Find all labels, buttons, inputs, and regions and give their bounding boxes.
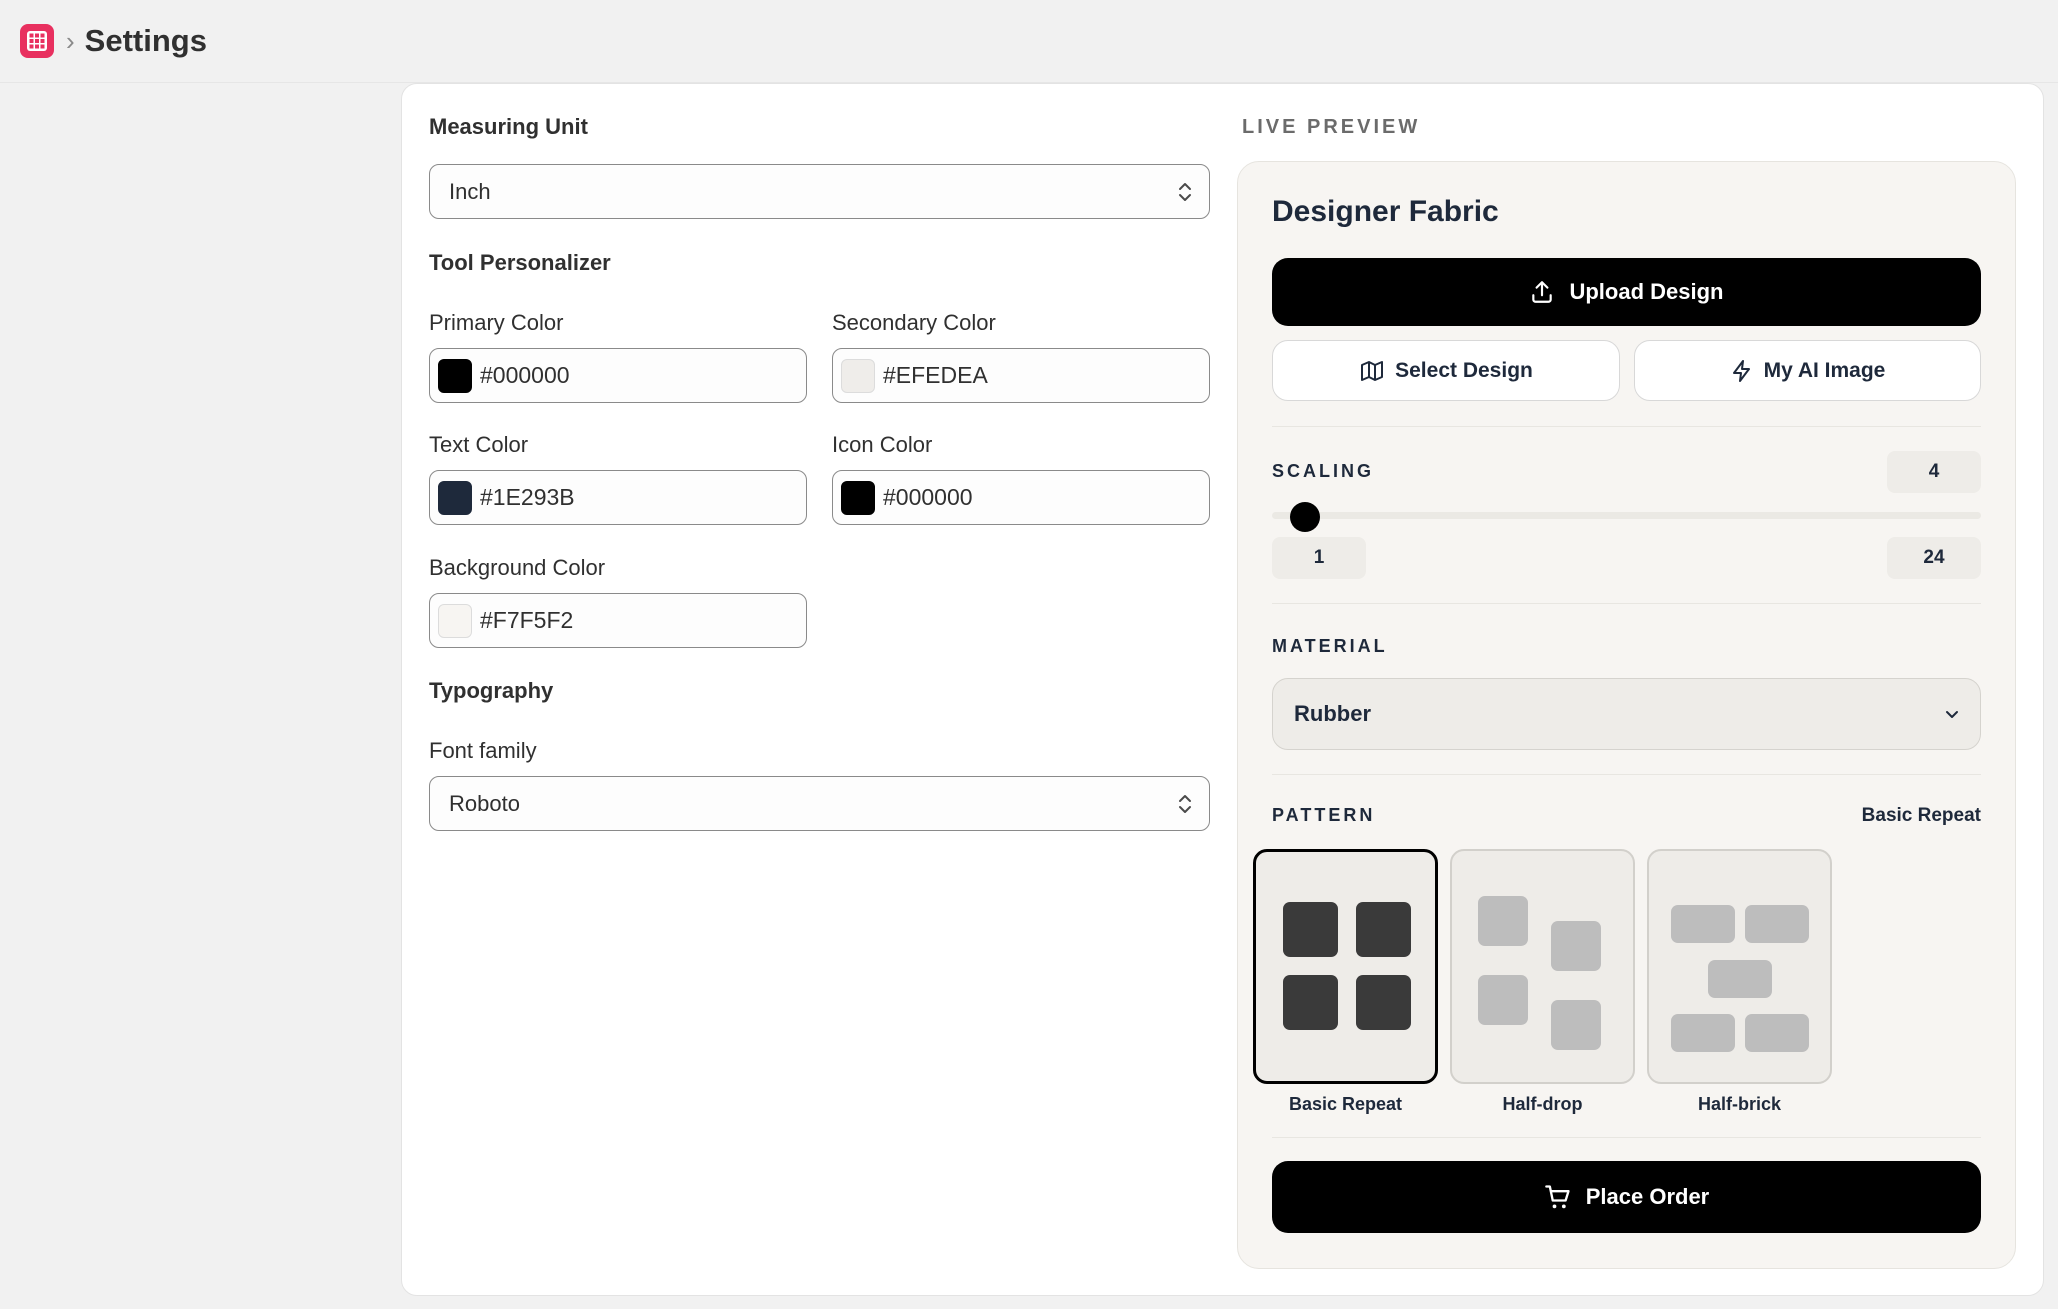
pattern-half-brick-tile[interactable] [1647,849,1832,1084]
background-color-value: #F7F5F2 [480,607,574,633]
divider [1272,426,1981,427]
pattern-brick [1708,960,1772,998]
primary-color-value: #000000 [480,362,570,388]
my-ai-image-button[interactable]: My AI Image [1634,340,1981,401]
select-updown-icon [1179,183,1191,201]
live-preview-label: LIVE PREVIEW [1242,116,1421,138]
preview-title: Designer Fabric [1272,195,1499,228]
my-ai-image-label: My AI Image [1763,358,1886,382]
upload-design-button[interactable]: Upload Design [1272,258,1981,326]
pattern-half-brick-label: Half-brick [1697,1094,1782,1114]
pattern-brick [1745,1014,1809,1052]
background-color-swatch[interactable] [438,603,472,638]
upload-design-label: Upload Design [1569,279,1724,304]
chevron-down-icon [1946,711,1958,718]
text-color-field[interactable]: #1E293B [429,470,807,525]
background-color-label: Background Color [429,555,606,580]
icon-color-value: #000000 [883,484,973,510]
text-color-swatch[interactable] [438,480,472,515]
top-bar: › Settings [0,0,2058,83]
pattern-square [1356,902,1411,957]
measuring-unit-value: Inch [449,178,491,204]
measuring-unit-select[interactable]: Inch [429,164,1210,219]
pattern-brick [1671,1014,1735,1052]
text-color-label: Text Color [429,432,529,457]
pattern-square [1551,1000,1601,1050]
icon-color-field[interactable]: #000000 [832,470,1210,525]
divider [1272,774,1981,775]
upload-icon [1532,281,1553,303]
primary-color-label: Primary Color [429,310,564,335]
pattern-square [1283,975,1338,1030]
breadcrumb-chevron-icon: › [66,26,75,56]
pattern-square [1356,975,1411,1030]
scaling-label: SCALING [1272,461,1374,481]
place-order-button[interactable]: Place Order [1272,1161,1981,1233]
scaling-max-badge: 24 [1887,537,1981,579]
primary-color-swatch[interactable] [438,358,472,393]
scaling-slider-track[interactable] [1272,512,1981,519]
primary-color-field[interactable]: #000000 [429,348,807,403]
icon-color-label: Icon Color [832,432,933,457]
cart-icon [1544,1185,1570,1209]
typography-heading: Typography [429,678,554,703]
select-design-label: Select Design [1395,358,1533,382]
live-preview-panel: Designer Fabric Upload Design Select Des… [1237,161,2016,1269]
place-order-label: Place Order [1585,1184,1710,1209]
pattern-basic-repeat-tile[interactable] [1253,849,1438,1084]
pattern-half-drop-label: Half-drop [1502,1094,1583,1114]
font-family-value: Roboto [449,790,520,816]
secondary-color-label: Secondary Color [832,310,996,335]
background-color-field[interactable]: #F7F5F2 [429,593,807,648]
font-family-label: Font family [429,738,537,763]
pattern-basic-repeat-label: Basic Repeat [1288,1094,1403,1114]
font-family-select[interactable]: Roboto [429,776,1210,831]
pattern-brick [1671,905,1735,943]
app-grid-icon[interactable] [20,24,54,58]
pattern-square [1551,921,1601,971]
map-icon [1361,360,1384,381]
lightning-icon [1732,359,1750,382]
pattern-half-drop-tile[interactable] [1450,849,1635,1084]
pattern-brick [1745,905,1809,943]
icon-color-swatch[interactable] [841,480,875,515]
pattern-square [1478,975,1528,1025]
select-design-button[interactable]: Select Design [1272,340,1620,401]
select-updown-icon [1179,795,1191,813]
material-label: MATERIAL [1272,636,1388,656]
scaling-min-badge: 1 [1272,537,1366,579]
material-select[interactable]: Rubber [1272,678,1981,750]
secondary-color-swatch[interactable] [841,358,875,393]
pattern-label: PATTERN [1272,805,1376,825]
pattern-square [1478,896,1528,946]
page-title: Settings [84,23,207,58]
scaling-value-badge: 4 [1887,451,1981,493]
scaling-slider-thumb[interactable] [1290,502,1320,532]
divider [1272,603,1981,604]
divider [1272,1137,1981,1138]
measuring-unit-heading: Measuring Unit [429,114,588,139]
tool-personalizer-heading: Tool Personalizer [429,250,611,275]
selected-pattern-text: Basic Repeat [1861,805,1981,826]
secondary-color-value: #EFEDEA [883,362,988,388]
material-value: Rubber [1294,701,1371,726]
secondary-color-field[interactable]: #EFEDEA [832,348,1210,403]
text-color-value: #1E293B [480,484,575,510]
pattern-square [1283,902,1338,957]
